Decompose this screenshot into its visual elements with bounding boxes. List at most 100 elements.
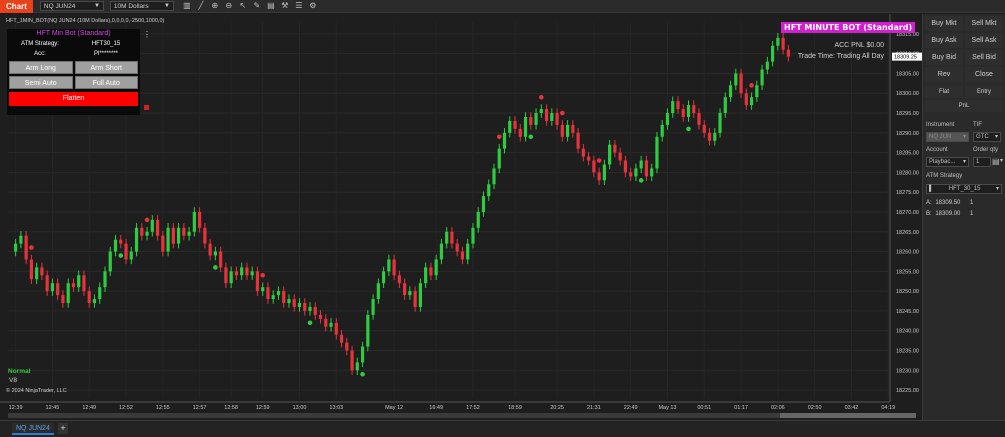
candle-body — [176, 227, 181, 244]
flatten-indicator — [144, 105, 149, 110]
atm-strategy-select[interactable]: ▌ HFT_30_15 ▾ — [926, 184, 1002, 194]
tif-label: TIF — [973, 122, 982, 128]
tools-icon[interactable]: ⚒ — [280, 1, 290, 11]
candle-body — [292, 299, 296, 307]
sell-bid-button[interactable]: Sell Bid — [965, 50, 1003, 65]
cursor-icon[interactable]: ↖ — [238, 1, 248, 11]
x-tick-label: May 12 — [385, 405, 403, 411]
x-tick-label: 12:39 — [9, 405, 23, 411]
scrollbar-thumb — [780, 413, 916, 418]
candle-body — [534, 113, 538, 125]
tif-select[interactable]: GTC ▾ — [973, 132, 1001, 142]
entry-button[interactable]: Entry — [965, 86, 1003, 98]
candle-body — [529, 116, 533, 125]
x-tick-label: 13:00 — [293, 405, 307, 411]
chevron-down-icon[interactable]: ▾ — [1000, 157, 1003, 164]
candle-body — [492, 168, 496, 185]
candle-body — [366, 314, 370, 347]
candle-body — [418, 283, 422, 307]
y-tick-label: 18235.00 — [896, 349, 919, 355]
candle-body — [697, 113, 701, 125]
candle-body — [134, 227, 139, 252]
candle-body — [497, 148, 501, 169]
chart-tab[interactable]: Chart — [0, 0, 33, 13]
more-vertical-icon[interactable]: ⋮ — [143, 30, 151, 39]
semi-auto-button[interactable]: Semi Auto — [9, 76, 73, 89]
arm-long-button[interactable]: Arm Long — [9, 61, 73, 74]
settings-icon[interactable]: ⚙ — [308, 1, 318, 11]
line-icon[interactable]: ╱ — [196, 1, 206, 11]
interval-selector-value: 10M Dollars — [113, 2, 149, 10]
candle-body — [450, 231, 454, 244]
candle-body — [50, 283, 55, 292]
x-tick-label: 03:42 — [845, 405, 859, 411]
candle-body — [439, 243, 444, 260]
atm-strategy-row: ATM Strategy: HFT30_15 — [7, 39, 140, 49]
candle-body — [692, 105, 696, 114]
buy-signal-dot — [638, 178, 644, 183]
candle-body — [460, 251, 465, 260]
bar-chart-icon[interactable]: ▥ — [182, 1, 192, 11]
candle-body — [413, 291, 417, 307]
qty-stepper-icon[interactable]: ▤ — [992, 157, 1000, 166]
candle-body — [229, 271, 233, 284]
chart-panel[interactable]: 18315.0018310.0018305.0018300.0018295.00… — [0, 14, 922, 420]
candle-body — [87, 291, 91, 304]
candle-body — [576, 132, 580, 149]
candle-body — [150, 219, 154, 232]
candle-body — [523, 116, 528, 137]
candle-body — [592, 160, 596, 173]
order-qty-label: Order qty — [973, 147, 999, 153]
y-tick-label: 18260.00 — [896, 250, 919, 256]
zoom-in-icon[interactable]: ⊕ — [210, 1, 220, 11]
bid-row: B: 18309.00 1 — [926, 211, 973, 217]
draw-icon[interactable]: ✎ — [252, 1, 262, 11]
candle-body — [166, 227, 170, 252]
instrument-selector[interactable]: NQ JUN24 ▼ — [39, 1, 104, 11]
buy-bid-button[interactable]: Buy Bid — [925, 50, 963, 65]
candle-body — [113, 239, 118, 252]
candle-body — [261, 287, 265, 292]
candle-body — [140, 227, 144, 236]
instrument-selector-value: NQ JUN24 — [43, 2, 76, 10]
candle-body — [98, 287, 102, 300]
sell-market-button[interactable]: Sell Mkt — [965, 16, 1003, 31]
full-auto-button[interactable]: Full Auto — [74, 76, 138, 89]
y-tick-label: 18285.00 — [896, 151, 919, 157]
candle-body — [618, 152, 622, 161]
instrument-tab[interactable]: NQ JUN24 — [12, 423, 54, 435]
account-select[interactable]: Playbac... ▾ — [926, 157, 969, 167]
add-tab-button[interactable]: + — [58, 423, 68, 434]
order-qty-input[interactable]: 1 — [973, 157, 991, 167]
flatten-button[interactable]: Flatten — [9, 92, 138, 106]
candle-body — [597, 172, 601, 181]
close-button[interactable]: Close — [965, 67, 1003, 82]
list-icon[interactable]: ☰ — [294, 1, 304, 11]
arm-short-button[interactable]: Arm Short — [74, 61, 138, 74]
candle-body — [282, 291, 286, 304]
flat-button[interactable]: Flat — [925, 86, 963, 98]
buy-market-button[interactable]: Buy Mkt — [925, 16, 963, 31]
buy-ask-button[interactable]: Buy Ask — [925, 33, 963, 48]
candle-body — [471, 227, 475, 244]
atm-strategy-label: ATM Strategy: — [21, 41, 59, 47]
y-tick-label: 18245.00 — [896, 309, 919, 315]
candle-body — [481, 196, 486, 212]
status-mode: Normal — [8, 368, 31, 375]
properties-icon[interactable]: ▤ — [266, 1, 276, 11]
x-tick-label: 12:57 — [193, 405, 207, 411]
reverse-button[interactable]: Rev — [925, 67, 963, 82]
candle-body — [56, 283, 60, 296]
atm-strategy-value: HFT30_15 — [91, 41, 121, 47]
zoom-out-icon[interactable]: ⊖ — [224, 1, 234, 11]
candle-body — [445, 231, 449, 244]
interval-selector[interactable]: 10M Dollars ▼ — [109, 1, 174, 11]
indicator-label: HFT_1MIN_BOT(NQ JUN24 (10M Dollars),0,0,… — [6, 18, 165, 24]
pnl-button[interactable]: PnL — [925, 100, 1003, 112]
candle-body — [639, 160, 643, 169]
candle-body — [644, 160, 649, 177]
x-tick-label: 02:06 — [771, 405, 785, 411]
sell-ask-button[interactable]: Sell Ask — [965, 33, 1003, 48]
y-tick-label: 18265.00 — [896, 230, 919, 236]
x-tick-label: 21:31 — [587, 405, 601, 411]
